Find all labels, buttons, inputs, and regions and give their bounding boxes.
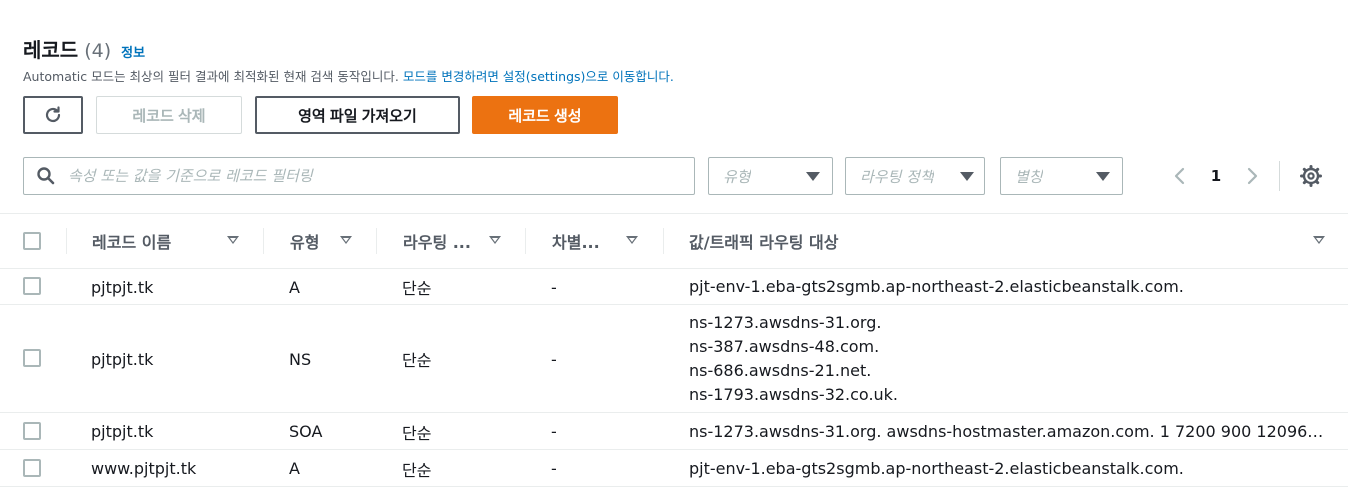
column-divider xyxy=(376,228,377,254)
differentiator: - xyxy=(551,277,557,297)
routing-policy-filter-select[interactable]: 라우팅 정책 xyxy=(845,157,985,195)
search-icon xyxy=(37,167,55,185)
record-value: ns-1273.awsdns-31.org. awsdns-hostmaster… xyxy=(689,421,1324,441)
column-divider xyxy=(66,228,67,254)
alias-filter-select[interactable]: 별칭 xyxy=(1000,157,1123,195)
record-name: pjtpjt.tk xyxy=(91,277,154,297)
row-checkbox[interactable] xyxy=(23,459,41,477)
sort-icon[interactable] xyxy=(489,236,501,244)
record-filter-search xyxy=(23,157,695,195)
differentiator: - xyxy=(551,422,557,441)
caret-down-icon xyxy=(1096,171,1110,181)
type-filter-placeholder: 유형 xyxy=(723,167,751,186)
column-divider xyxy=(263,228,264,254)
differentiator: - xyxy=(551,349,557,369)
current-page-number[interactable]: 1 xyxy=(1192,167,1240,185)
column-header-routing[interactable]: 라우팅 ... xyxy=(403,214,471,268)
column-header-differentiator[interactable]: 차별... xyxy=(552,214,600,268)
search-input[interactable] xyxy=(68,167,668,185)
table-row[interactable]: pjtpjt.tk NS 단순 - ns-1273.awsdns-31.org.… xyxy=(0,305,1348,413)
refresh-button[interactable] xyxy=(23,96,83,134)
routing-policy: 단순 xyxy=(402,460,432,480)
sort-icon[interactable] xyxy=(340,236,352,244)
record-values: pjt-env-1.eba-gts2sgmb.ap-northeast-2.el… xyxy=(689,269,1184,305)
record-values: ns-1273.awsdns-31.org. awsdns-hostmaster… xyxy=(689,413,1323,450)
column-header-value[interactable]: 값/트래픽 라우팅 대상 xyxy=(689,214,838,268)
page-title: 레코드 xyxy=(23,38,79,62)
row-checkbox[interactable] xyxy=(23,277,41,295)
create-record-button[interactable]: 레코드 생성 xyxy=(472,96,618,134)
record-value: ns-387.awsdns-48.com. xyxy=(689,337,880,356)
column-divider xyxy=(663,228,664,254)
column-divider xyxy=(525,228,526,254)
previous-page-button[interactable] xyxy=(1168,164,1192,188)
info-link[interactable]: 정보 xyxy=(121,42,145,61)
column-header-record-name[interactable]: 레코드 이름 xyxy=(92,214,171,268)
record-name: www.pjtpjt.tk xyxy=(91,459,197,478)
table-row[interactable]: pjtpjt.tk A 단순 - pjt-env-1.eba-gts2sgmb.… xyxy=(0,269,1348,305)
differentiator: - xyxy=(551,459,557,478)
table-row[interactable]: pjtpjt.tk SOA 단순 - ns-1273.awsdns-31.org… xyxy=(0,413,1348,450)
settings-link[interactable]: 모드를 변경하려면 설정(settings)으로 이동합니다. xyxy=(403,69,674,84)
chevron-left-icon xyxy=(1174,167,1185,185)
pagination: 1 xyxy=(1168,157,1264,195)
routing-policy: 단순 xyxy=(402,279,432,298)
routing-policy: 단순 xyxy=(402,351,432,370)
record-values: pjt-env-1.eba-gts2sgmb.ap-northeast-2.el… xyxy=(689,450,1184,487)
caret-down-icon xyxy=(960,171,974,181)
record-values: ns-1273.awsdns-31.org. ns-387.awsdns-48.… xyxy=(689,305,898,413)
pagination-divider xyxy=(1279,161,1280,191)
sort-icon[interactable] xyxy=(626,236,638,244)
records-table: 레코드 이름 유형 라우팅 ... 차별... 값/트래픽 라우팅 대상 pjt… xyxy=(0,213,1348,487)
description-text: Automatic 모드는 최상의 필터 결과에 최적화된 현재 검색 동작입니… xyxy=(23,69,399,84)
record-type: A xyxy=(289,277,300,297)
record-type: SOA xyxy=(289,422,323,441)
record-value: ns-1793.awsdns-32.co.uk. xyxy=(689,385,899,404)
routing-policy: 단순 xyxy=(402,423,432,443)
table-row[interactable]: www.pjtpjt.tk A 단순 - pjt-env-1.eba-gts2s… xyxy=(0,450,1348,487)
table-header: 레코드 이름 유형 라우팅 ... 차별... 값/트래픽 라우팅 대상 xyxy=(0,213,1348,269)
chevron-right-icon xyxy=(1247,167,1258,185)
record-value: ns-1273.awsdns-31.org. xyxy=(689,313,882,332)
record-count: (4) xyxy=(84,40,112,62)
settings-icon[interactable] xyxy=(1299,164,1323,188)
record-name: pjtpjt.tk xyxy=(91,349,154,369)
sort-icon[interactable] xyxy=(227,236,239,244)
type-filter-select[interactable]: 유형 xyxy=(708,157,833,195)
record-value: pjt-env-1.eba-gts2sgmb.ap-northeast-2.el… xyxy=(689,458,1184,478)
refresh-icon xyxy=(45,106,61,123)
select-all-checkbox[interactable] xyxy=(23,232,41,250)
caret-down-icon xyxy=(806,171,820,181)
alias-filter-placeholder: 별칭 xyxy=(1015,167,1043,186)
page-header: 레코드 (4) 정보 xyxy=(23,34,145,63)
row-checkbox[interactable] xyxy=(23,349,41,367)
row-checkbox[interactable] xyxy=(23,422,41,440)
import-zone-file-button[interactable]: 영역 파일 가져오기 xyxy=(255,96,460,134)
record-name: pjtpjt.tk xyxy=(91,422,154,441)
record-value: ns-686.awsdns-21.net. xyxy=(689,361,872,380)
column-header-type[interactable]: 유형 xyxy=(290,214,319,268)
next-page-button[interactable] xyxy=(1240,164,1264,188)
record-type: A xyxy=(289,459,300,478)
sort-icon[interactable] xyxy=(1313,236,1325,244)
search-mode-description: Automatic 모드는 최상의 필터 결과에 최적화된 현재 검색 동작입니… xyxy=(23,66,674,85)
record-type: NS xyxy=(289,349,312,369)
delete-record-button[interactable]: 레코드 삭제 xyxy=(96,96,242,134)
record-value: pjt-env-1.eba-gts2sgmb.ap-northeast-2.el… xyxy=(689,277,1184,296)
routing-filter-placeholder: 라우팅 정책 xyxy=(860,167,934,186)
